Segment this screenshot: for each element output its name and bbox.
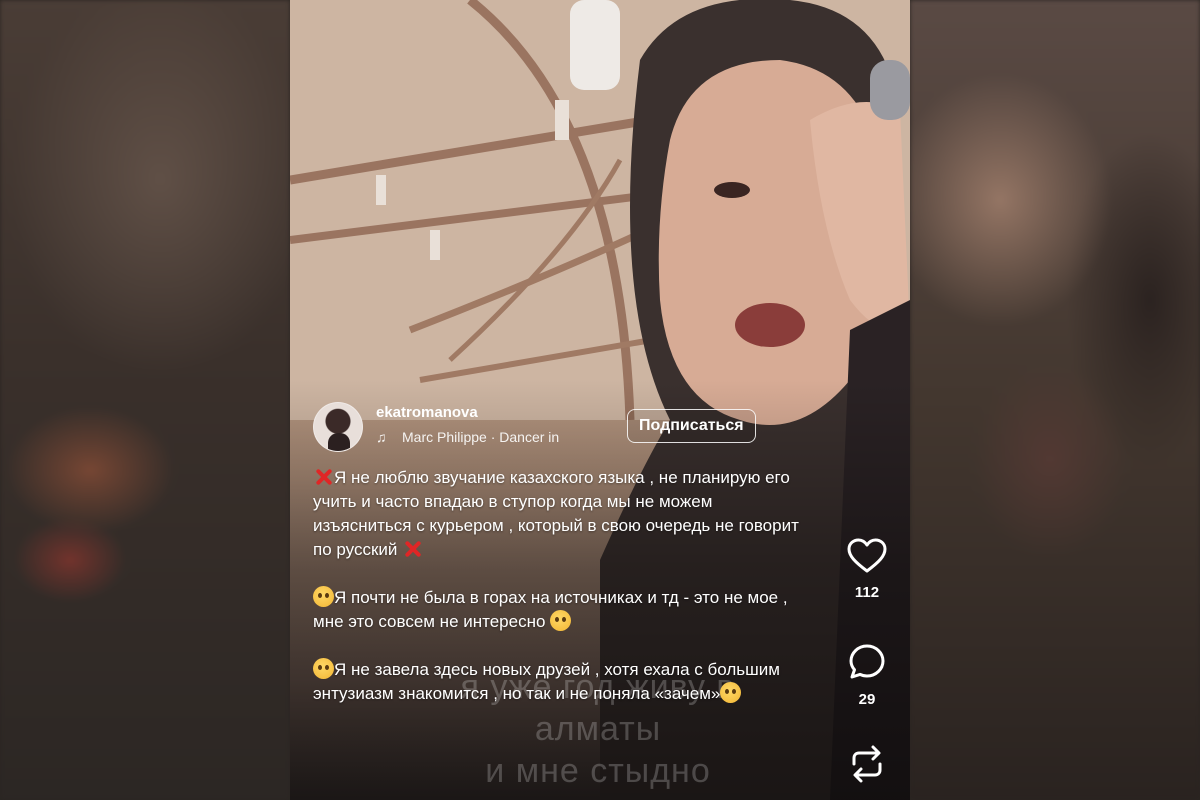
caption-paragraph: Я не люблю звучание казахского языка , н… (313, 466, 813, 562)
blurred-backdrop-left (0, 0, 290, 800)
pleading-face-icon (313, 658, 334, 679)
like-count: 112 (854, 584, 880, 601)
heart-icon[interactable] (847, 538, 887, 574)
cross-mark-icon (402, 538, 423, 559)
caption-text: Я не люблю звучание казахского языка , н… (313, 468, 799, 559)
comment-action[interactable]: 29 (838, 643, 896, 708)
music-title: Marc Philippe · Dancer in (402, 429, 560, 445)
melting-face-icon (550, 610, 572, 631)
comment-count: 29 (858, 691, 876, 708)
caption-paragraph: Я не завела здесь новых друзей , хотя ех… (313, 658, 813, 706)
subscribe-button[interactable]: Подписаться (627, 409, 756, 443)
caption: Я не люблю звучание казахского языка , н… (313, 466, 813, 730)
avatar[interactable] (313, 402, 363, 452)
cross-mark-icon (313, 466, 334, 487)
author-row: ekatromanova ♫ Marc Philippe · Dancer in … (313, 400, 813, 456)
pleading-face-icon (720, 682, 742, 703)
repost-action[interactable] (838, 744, 896, 784)
video-overlay-line-3: и мне стыдно (485, 752, 711, 790)
melting-face-icon (313, 586, 334, 607)
username[interactable]: ekatromanova (376, 404, 478, 421)
blurred-backdrop-right (910, 0, 1200, 800)
music-info[interactable]: ♫ Marc Philippe · Dancer in (376, 429, 559, 445)
comment-icon[interactable] (848, 643, 886, 681)
music-note-icon: ♫ (376, 429, 387, 445)
caption-paragraph: Я почти не была в горах на источниках и … (313, 586, 813, 634)
caption-text: Я не завела здесь новых друзей , хотя ех… (313, 660, 780, 703)
repost-icon[interactable] (848, 744, 886, 784)
like-action[interactable]: 112 (838, 538, 896, 601)
